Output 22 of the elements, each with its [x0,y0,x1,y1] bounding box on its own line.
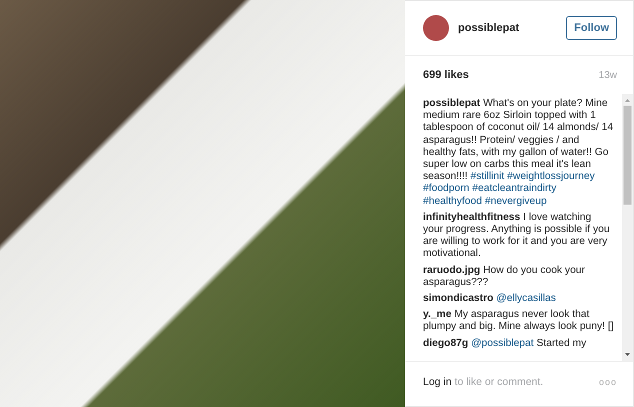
scrollbar[interactable] [622,94,633,361]
post-age: 13w [598,70,617,80]
comment-link[interactable]: #weightlossjourney [507,171,595,182]
comment-link[interactable]: #nevergiveup [484,196,547,207]
comment-text: y._me My asparagus never look that plumpy and big. Mine always look puny! [] [423,309,614,334]
comment-text: infinityhealthfitness I love watching your progress. Anything is possible if you are willing to work for it and you are very motivational. [423,212,611,261]
avatar[interactable] [423,15,449,41]
comment-text: diego87g @possiblepat Started my [423,338,588,350]
comment-text: possiblepat What's on your plate? Mine medium rare 6oz Sirloin topped with 1 tablespoon of coconut oil/ 14 almonds/ 14 asparagus!! Protein/ veggies / and healthy fats, with my gallon of water!! Go super low on carbs this meal it's lean season!!!! #stillinit #weightlossjourney #foodporn #eatcleantraindirty #healthyfood #nevergiveup [423,98,614,208]
comment-text: simondicastro @ellycasillas [423,293,557,306]
username[interactable]: possiblepat [458,22,558,34]
comment-link[interactable]: #foodporn [423,183,470,194]
follow-button[interactable]: Follow [566,16,617,40]
login-prompt: Log in to like or comment. [423,376,544,388]
comment-link[interactable]: #healthyfood [423,196,482,207]
comment-link[interactable]: @ellycasillas [496,293,556,304]
comment-link[interactable]: #stillinit [470,171,504,182]
login-link[interactable]: Log in [423,376,452,388]
comment-link[interactable]: @possiblepat [471,338,534,349]
comment-link[interactable]: #eatcleantraindirty [472,183,556,194]
likes-count: 699 likes [423,69,469,81]
comment-text: raruodo.jpg How do you cook your asparagus??? [423,264,586,290]
